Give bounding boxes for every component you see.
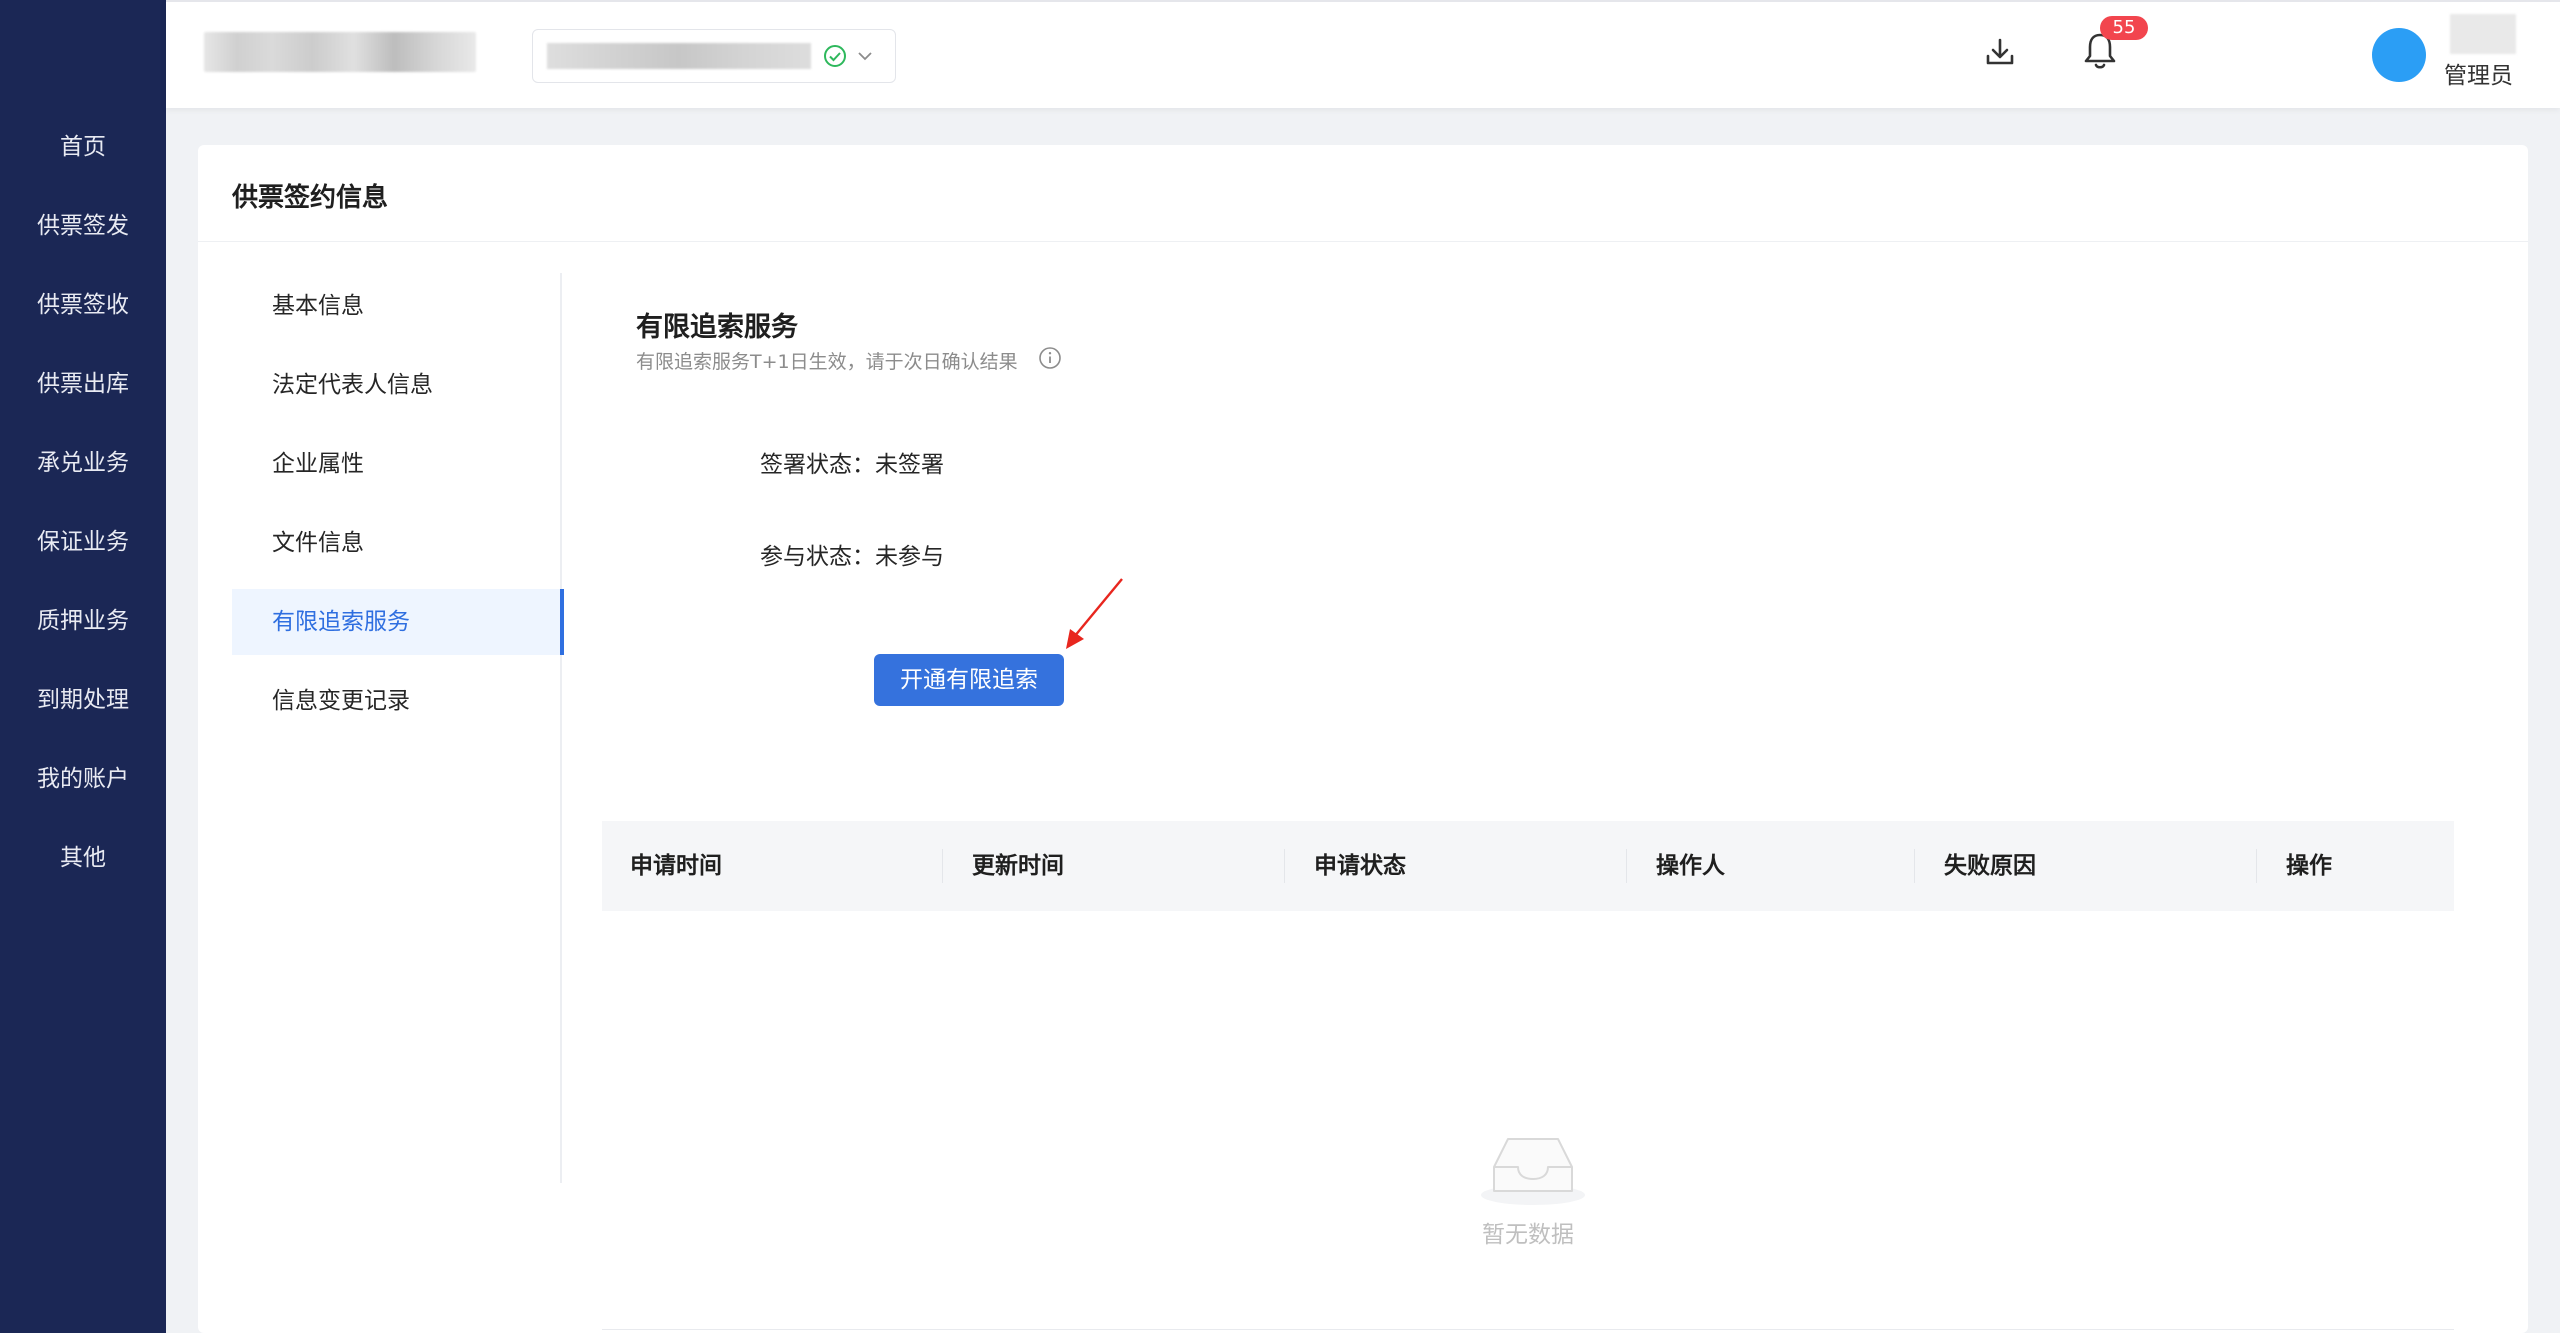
user-name-redacted [2450,14,2516,54]
avatar[interactable] [2372,28,2426,82]
account-selector[interactable] [532,29,896,83]
notification-badge: 55 [2100,16,2148,40]
column-separator [1284,849,1285,883]
sidebar-item-ticket-receive[interactable]: 供票签收 [0,275,166,335]
column-failure-reason: 失败原因 [1944,853,2036,879]
page-title: 供票签约信息 [232,183,389,213]
sidebar-item-other[interactable]: 其他 [0,828,166,888]
column-separator [942,849,943,883]
records-table: 申请时间 更新时间 申请状态 操作人 失败原因 操作 暂无数据 [602,821,2454,1331]
subnav-item-limited-recourse[interactable]: 有限追索服务 [232,589,564,655]
column-separator [1914,849,1915,883]
company-name-redacted [204,32,476,72]
sub-nav: 基本信息 法定代表人信息 企业属性 文件信息 有限追索服务 信息变更记录 [232,273,564,1183]
column-operator: 操作人 [1656,853,1725,879]
sidebar-item-ticket-issue[interactable]: 供票签发 [0,196,166,256]
column-separator [1626,849,1627,883]
join-status: 参与状态：未参与 [760,544,944,570]
sidebar-item-pledge[interactable]: 质押业务 [0,591,166,651]
column-apply-time: 申请时间 [630,853,722,879]
user-role: 管理员 [2444,63,2513,89]
empty-text: 暂无数据 [1482,1222,1574,1248]
subnav-item-change-log[interactable]: 信息变更记录 [232,668,562,734]
download-icon[interactable] [1982,34,2018,70]
open-limited-recourse-button[interactable]: 开通有限追索 [874,654,1064,706]
table-header: 申请时间 更新时间 申请状态 操作人 失败原因 操作 [602,821,2454,911]
annotation-arrow [1066,578,1123,649]
sidebar-item-maturity[interactable]: 到期处理 [0,670,166,730]
column-separator [2256,849,2257,883]
chevron-down-icon [858,52,872,61]
section-title: 有限追索服务 [636,312,798,343]
empty-inbox-icon [1481,1138,1585,1205]
table-bottom-border [602,1329,2454,1330]
subnav-item-enterprise-attributes[interactable]: 企业属性 [232,431,562,497]
subnav-item-file-info[interactable]: 文件信息 [232,510,562,576]
main-card: 供票签约信息 基本信息 法定代表人信息 企业属性 文件信息 有限追索服务 信息变… [198,145,2528,1333]
column-update-time: 更新时间 [972,853,1064,879]
divider [198,241,2528,242]
sign-status: 签署状态：未签署 [760,452,944,478]
sidebar-item-acceptance[interactable]: 承兑业务 [0,433,166,493]
sidebar-item-my-account[interactable]: 我的账户 [0,749,166,809]
subnav-item-legal-representative[interactable]: 法定代表人信息 [232,352,562,418]
section-hint: 有限追索服务T+1日生效，请于次日确认结果 [636,351,1018,373]
column-apply-status: 申请状态 [1314,853,1406,879]
sidebar-item-guarantee[interactable]: 保证业务 [0,512,166,572]
sidebar-item-ticket-outbound[interactable]: 供票出库 [0,354,166,414]
sidebar: 首页 供票签发 供票签收 供票出库 承兑业务 保证业务 质押业务 到期处理 我的… [0,0,166,1333]
info-icon[interactable] [1038,346,1062,370]
subnav-item-basic-info[interactable]: 基本信息 [232,273,562,339]
account-name-redacted [547,43,811,69]
top-header [166,0,2560,108]
sidebar-item-home[interactable]: 首页 [0,117,166,177]
column-actions: 操作 [2286,853,2332,879]
check-circle-icon [824,45,846,67]
